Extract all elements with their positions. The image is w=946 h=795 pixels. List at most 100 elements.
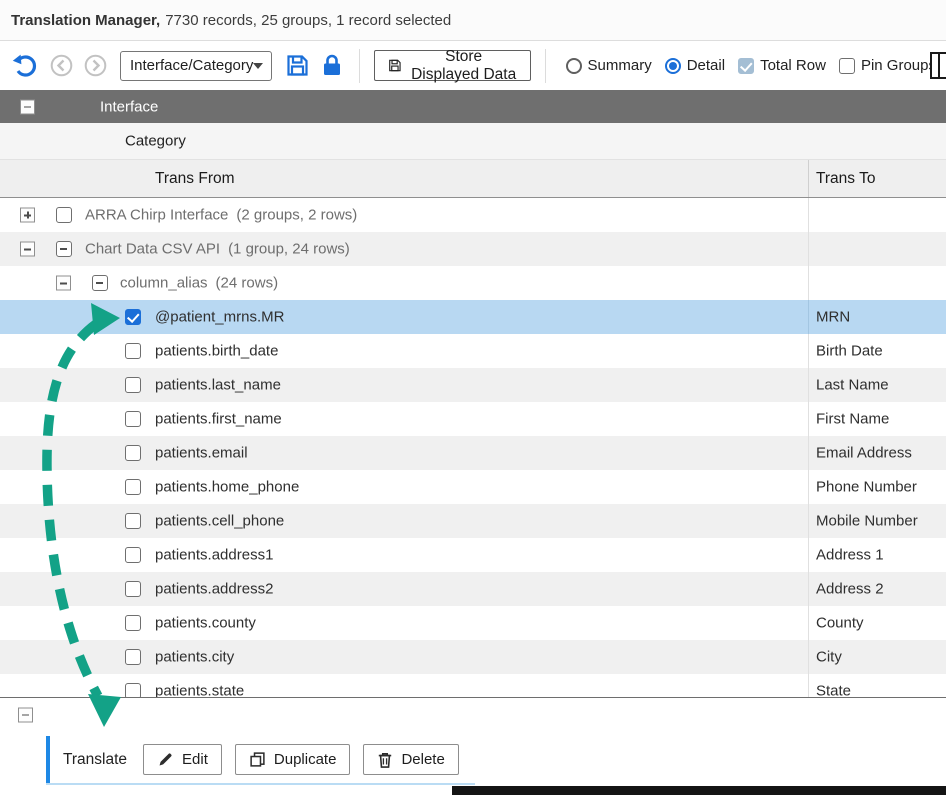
row-checkbox[interactable] bbox=[125, 309, 141, 325]
trans-from-cell: patients.address2 bbox=[155, 581, 273, 598]
translation-row[interactable]: patients.address1 Address 1 bbox=[0, 538, 946, 572]
edit-button[interactable]: Edit bbox=[143, 744, 222, 775]
row-checkbox[interactable] bbox=[125, 615, 141, 631]
group-row-chart-data-csv-api[interactable]: Chart Data CSV API(1 group, 24 rows) bbox=[0, 232, 946, 266]
detail-radio-label: Detail bbox=[687, 57, 725, 74]
row-checkbox[interactable] bbox=[125, 649, 141, 665]
group-checkbox[interactable] bbox=[56, 207, 72, 223]
duplicate-button[interactable]: Duplicate bbox=[235, 744, 351, 775]
trans-from-cell: patients.state bbox=[155, 683, 244, 698]
detail-radio[interactable]: Detail bbox=[665, 57, 725, 74]
undo-icon bbox=[12, 53, 39, 79]
collapse-all-icon[interactable] bbox=[20, 99, 35, 114]
group-row-arra-chirp-interface[interactable]: ARRA Chirp Interface (2 groups, 2 rows) bbox=[0, 198, 946, 232]
translate-panel-label: Translate bbox=[63, 751, 127, 769]
trans-to-cell: County bbox=[816, 615, 864, 632]
back-button[interactable] bbox=[48, 52, 75, 79]
group-meta: (2 groups, 2 rows) bbox=[236, 207, 357, 224]
row-checkbox[interactable] bbox=[125, 683, 141, 697]
edit-button-label: Edit bbox=[182, 751, 208, 768]
translation-row[interactable]: patients.first_name First Name bbox=[0, 402, 946, 436]
undo-button[interactable] bbox=[10, 51, 41, 81]
row-checkbox[interactable] bbox=[125, 343, 141, 359]
trans-from-cell: patients.city bbox=[155, 649, 234, 666]
category-group-band: Category bbox=[0, 123, 946, 160]
trans-to-cell: Email Address bbox=[816, 445, 912, 462]
group-name: Chart Data CSV API bbox=[85, 241, 220, 258]
store-button-label: Store Displayed Data bbox=[411, 48, 517, 84]
trans-from-cell: patients.home_phone bbox=[155, 479, 299, 496]
save-button[interactable] bbox=[283, 51, 312, 80]
interface-group-band: Interface bbox=[0, 90, 946, 123]
duplicate-button-label: Duplicate bbox=[274, 751, 337, 768]
collapse-icon[interactable] bbox=[20, 242, 35, 257]
translation-row[interactable]: patients.birth_date Birth Date bbox=[0, 334, 946, 368]
radio-icon bbox=[566, 58, 582, 74]
pin-groups-checkbox[interactable]: Pin Groups bbox=[839, 57, 936, 74]
row-checkbox[interactable] bbox=[125, 581, 141, 597]
trans-from-cell: @patient_mrns.MR bbox=[155, 309, 284, 326]
background-window-edge bbox=[452, 786, 946, 795]
total-row-checkbox[interactable]: Total Row bbox=[738, 57, 826, 74]
summary-radio[interactable]: Summary bbox=[566, 57, 652, 74]
view-mode-select[interactable]: Interface/Category bbox=[120, 51, 272, 81]
collapse-icon[interactable] bbox=[56, 276, 71, 291]
translation-row[interactable]: patients.address2 Address 2 bbox=[0, 572, 946, 606]
trans-to-cell: City bbox=[816, 649, 842, 666]
row-checkbox[interactable] bbox=[125, 377, 141, 393]
trans-to-cell: Mobile Number bbox=[816, 513, 918, 530]
row-checkbox[interactable] bbox=[125, 411, 141, 427]
group-name: column_alias bbox=[120, 275, 208, 292]
translation-row[interactable]: @patient_mrns.MR MRN bbox=[0, 300, 946, 334]
trans-from-cell: patients.last_name bbox=[155, 377, 281, 394]
translation-row[interactable]: patients.county County bbox=[0, 606, 946, 640]
trans-from-cell: patients.first_name bbox=[155, 411, 282, 428]
group-name: ARRA Chirp Interface bbox=[85, 207, 228, 224]
save-icon bbox=[388, 56, 402, 75]
row-checkbox[interactable] bbox=[125, 445, 141, 461]
toolbar: Interface/Category Store Displayed Data … bbox=[0, 41, 946, 90]
group-row-column-alias[interactable]: column_alias (24 rows) bbox=[0, 266, 946, 300]
row-checkbox[interactable] bbox=[125, 513, 141, 529]
checkbox-icon bbox=[839, 58, 855, 74]
forward-button[interactable] bbox=[82, 52, 109, 79]
interface-band-label: Interface bbox=[100, 98, 158, 115]
trans-from-cell: patients.county bbox=[155, 615, 256, 632]
trans-to-cell: Address 2 bbox=[816, 581, 884, 598]
delete-button[interactable]: Delete bbox=[363, 744, 458, 775]
group-label: column_alias (24 rows) bbox=[120, 275, 278, 292]
collapse-detail-panel-icon[interactable] bbox=[18, 707, 33, 722]
group-checkbox-indeterminate[interactable] bbox=[56, 241, 72, 257]
group-checkbox-indeterminate[interactable] bbox=[92, 275, 108, 291]
trans-to-cell: Birth Date bbox=[816, 343, 883, 360]
back-icon bbox=[50, 54, 73, 77]
translation-row[interactable]: patients.state State bbox=[0, 674, 946, 697]
toolbar-separator bbox=[545, 49, 546, 83]
translation-row[interactable]: patients.cell_phone Mobile Number bbox=[0, 504, 946, 538]
copy-icon bbox=[249, 751, 266, 768]
row-checkbox[interactable] bbox=[125, 547, 141, 563]
trans-to-column-header[interactable]: Trans To bbox=[816, 170, 875, 188]
translation-row[interactable]: patients.last_name Last Name bbox=[0, 368, 946, 402]
expand-icon[interactable] bbox=[20, 208, 35, 223]
trans-from-cell: patients.birth_date bbox=[155, 343, 278, 360]
trans-to-cell: First Name bbox=[816, 411, 889, 428]
panel-accent-bar bbox=[46, 736, 50, 783]
save-icon bbox=[285, 53, 310, 78]
grid-panel-icon[interactable] bbox=[930, 52, 946, 79]
translation-row[interactable]: patients.city City bbox=[0, 640, 946, 674]
trans-from-column-header[interactable]: Trans From bbox=[155, 170, 235, 188]
group-label: Chart Data CSV API(1 group, 24 rows) bbox=[85, 241, 350, 258]
row-checkbox[interactable] bbox=[125, 479, 141, 495]
group-meta: (24 rows) bbox=[216, 275, 279, 292]
chevron-down-icon bbox=[253, 63, 263, 69]
title-bar: Translation Manager, 7730 records, 25 gr… bbox=[0, 0, 946, 41]
pencil-icon bbox=[157, 751, 174, 768]
translation-row[interactable]: patients.home_phone Phone Number bbox=[0, 470, 946, 504]
translation-row[interactable]: patients.email Email Address bbox=[0, 436, 946, 470]
category-band-label: Category bbox=[125, 133, 186, 150]
store-displayed-data-button[interactable]: Store Displayed Data bbox=[374, 50, 531, 81]
translate-panel: Translate Edit Duplicate Delete bbox=[46, 736, 475, 785]
checkbox-checked-icon bbox=[738, 58, 754, 74]
lock-button[interactable] bbox=[319, 51, 345, 80]
